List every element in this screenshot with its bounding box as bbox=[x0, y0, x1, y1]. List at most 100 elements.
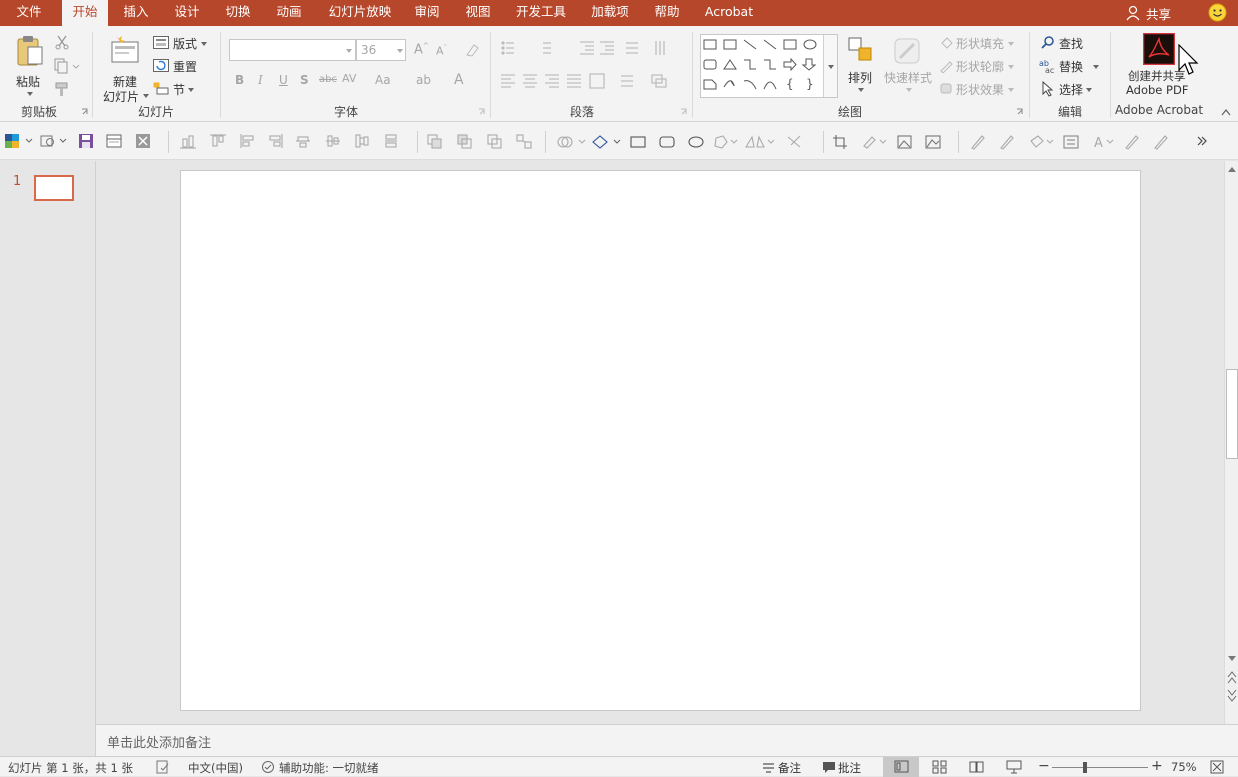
highlight-icon[interactable]: ab bbox=[416, 73, 431, 87]
tab-animations[interactable]: 动画 bbox=[267, 0, 311, 26]
select-button[interactable]: 选择 bbox=[1038, 80, 1108, 98]
shape-effects-label: 形状效果 bbox=[956, 83, 1005, 97]
layout-button[interactable]: 版式 bbox=[153, 34, 209, 52]
tab-acrobat[interactable]: Acrobat bbox=[697, 0, 761, 26]
tab-transitions[interactable]: 切换 bbox=[216, 0, 260, 26]
paint-format-icon[interactable] bbox=[40, 133, 70, 149]
quick-styles-button[interactable]: 快速样式 bbox=[882, 34, 934, 100]
vertical-scrollbar[interactable] bbox=[1224, 161, 1238, 724]
tab-help[interactable]: 帮助 bbox=[645, 0, 689, 26]
scroll-thumb[interactable] bbox=[1226, 369, 1238, 459]
chevron-down-icon bbox=[346, 49, 352, 53]
font-color-icon[interactable]: A bbox=[454, 72, 464, 88]
shadow-icon[interactable]: S bbox=[300, 73, 309, 87]
italic-icon[interactable]: I bbox=[258, 73, 263, 87]
align-tools-icons[interactable] bbox=[176, 133, 406, 151]
save-icon[interactable] bbox=[78, 133, 94, 149]
replace-button[interactable]: ab ac 替换 bbox=[1038, 57, 1108, 75]
close-box-icon[interactable] bbox=[135, 133, 151, 149]
reset-button[interactable]: 重置 bbox=[153, 57, 209, 75]
comments-toggle-button[interactable]: 批注 bbox=[820, 757, 872, 777]
grow-font-icon[interactable]: A^ bbox=[414, 42, 429, 57]
previous-slide-icon[interactable] bbox=[1227, 671, 1237, 685]
cut-icon[interactable] bbox=[54, 34, 70, 50]
ribbon: 粘贴 剪贴板 新建 幻灯片 版式 重置 节 幻灯片 36 A^ Aˇ B I U… bbox=[0, 26, 1238, 122]
font-name-combo[interactable] bbox=[229, 39, 356, 61]
section-button[interactable]: 节 bbox=[153, 80, 209, 98]
adobe-acrobat-icon bbox=[1143, 33, 1175, 65]
collapse-ribbon-icon[interactable] bbox=[1220, 108, 1232, 116]
font-size-combo[interactable]: 36 bbox=[356, 39, 406, 61]
slide-thumbnail[interactable] bbox=[34, 175, 74, 201]
clear-formatting-icon[interactable] bbox=[464, 42, 480, 58]
zoom-level[interactable]: 75% bbox=[1171, 760, 1197, 774]
zoom-slider-track[interactable] bbox=[1052, 767, 1148, 768]
accessibility-status[interactable]: 辅助功能: 一切就绪 bbox=[279, 760, 379, 776]
dialog-launcher-icon[interactable] bbox=[478, 108, 486, 116]
tab-addins[interactable]: 加载项 bbox=[582, 0, 638, 26]
slide-thumbnail-panel: 1 bbox=[0, 161, 96, 756]
tab-view[interactable]: 视图 bbox=[456, 0, 500, 26]
share-button[interactable]: 共享 bbox=[1124, 0, 1180, 26]
accessibility-icon[interactable] bbox=[260, 760, 276, 774]
dialog-launcher-icon[interactable] bbox=[1016, 108, 1024, 116]
slide-canvas[interactable] bbox=[180, 170, 1141, 711]
change-case-icon[interactable]: Aa bbox=[375, 73, 391, 87]
smiley-feedback-icon[interactable] bbox=[1208, 3, 1227, 22]
reading-view-icon[interactable] bbox=[969, 760, 984, 774]
tab-insert[interactable]: 插入 bbox=[114, 0, 158, 26]
shapes-gallery[interactable]: { } bbox=[700, 34, 838, 98]
fit-to-window-icon[interactable] bbox=[1210, 760, 1224, 774]
tab-developer[interactable]: 开发工具 bbox=[508, 0, 574, 26]
strikethrough-icon[interactable]: abc bbox=[319, 74, 337, 85]
toolbar-separator bbox=[417, 131, 418, 153]
copy-icon[interactable] bbox=[54, 58, 80, 74]
slide-info: 幻灯片 第 1 张，共 1 张 bbox=[8, 761, 133, 775]
format-tools-icons[interactable]: A bbox=[968, 133, 1188, 151]
paragraph-row2-icons[interactable] bbox=[500, 73, 690, 89]
shape-tools-icons[interactable] bbox=[556, 133, 816, 151]
tab-home[interactable]: 开始 bbox=[62, 0, 108, 26]
shrink-font-icon[interactable]: Aˇ bbox=[436, 44, 447, 58]
new-slide-button[interactable]: 新建 幻灯片 bbox=[100, 32, 150, 104]
shape-effects-button[interactable]: 形状效果 bbox=[938, 80, 1020, 98]
tab-file[interactable]: 文件 bbox=[0, 0, 58, 26]
scroll-down-icon[interactable] bbox=[1227, 655, 1237, 663]
image-tools-icons[interactable] bbox=[832, 133, 948, 151]
tab-review[interactable]: 审阅 bbox=[405, 0, 449, 26]
reset-icon bbox=[153, 59, 169, 72]
notes-pane[interactable]: 单击此处添加备注 bbox=[96, 724, 1238, 756]
normal-view-button[interactable] bbox=[883, 757, 919, 777]
shape-fill-button[interactable]: 形状填充 bbox=[938, 34, 1020, 52]
scroll-up-icon[interactable] bbox=[1227, 165, 1237, 173]
dialog-launcher-icon[interactable] bbox=[81, 108, 89, 116]
zoom-out-icon[interactable]: − bbox=[1038, 758, 1050, 774]
spellcheck-icon[interactable] bbox=[156, 760, 170, 774]
paste-button[interactable]: 粘贴 bbox=[10, 32, 48, 100]
next-slide-icon[interactable] bbox=[1227, 688, 1237, 702]
paragraph-row1-icons[interactable] bbox=[500, 40, 690, 56]
layer-tools-icons[interactable] bbox=[426, 133, 538, 151]
slide-sorter-icon[interactable] bbox=[932, 760, 947, 774]
color-palette-icon[interactable] bbox=[4, 133, 34, 149]
find-button[interactable]: 查找 bbox=[1038, 34, 1108, 52]
language-indicator[interactable]: 中文(中国) bbox=[188, 760, 243, 776]
tab-slideshow[interactable]: 幻灯片放映 bbox=[320, 0, 400, 26]
person-icon bbox=[1126, 5, 1140, 21]
zoom-in-icon[interactable]: + bbox=[1151, 758, 1163, 774]
replace-icon: ab ac bbox=[1039, 59, 1054, 74]
underline-icon[interactable]: U bbox=[279, 73, 288, 87]
notes-toggle-button[interactable]: 备注 bbox=[760, 757, 810, 777]
character-spacing-icon[interactable]: AV bbox=[342, 72, 356, 85]
format-painter-icon[interactable] bbox=[54, 81, 70, 97]
slideshow-icon[interactable] bbox=[1006, 760, 1022, 774]
shape-outline-button[interactable]: 形状轮廓 bbox=[938, 57, 1020, 75]
arrange-button[interactable]: 排列 bbox=[844, 34, 878, 100]
dialog-launcher-icon[interactable] bbox=[680, 108, 688, 116]
zoom-slider-thumb[interactable] bbox=[1083, 762, 1087, 773]
toolbar-overflow-icon[interactable] bbox=[1196, 135, 1208, 147]
tab-design[interactable]: 设计 bbox=[165, 0, 209, 26]
gallery-scroll[interactable] bbox=[823, 35, 837, 97]
bold-icon[interactable]: B bbox=[235, 73, 244, 87]
window-icon[interactable] bbox=[106, 133, 122, 149]
